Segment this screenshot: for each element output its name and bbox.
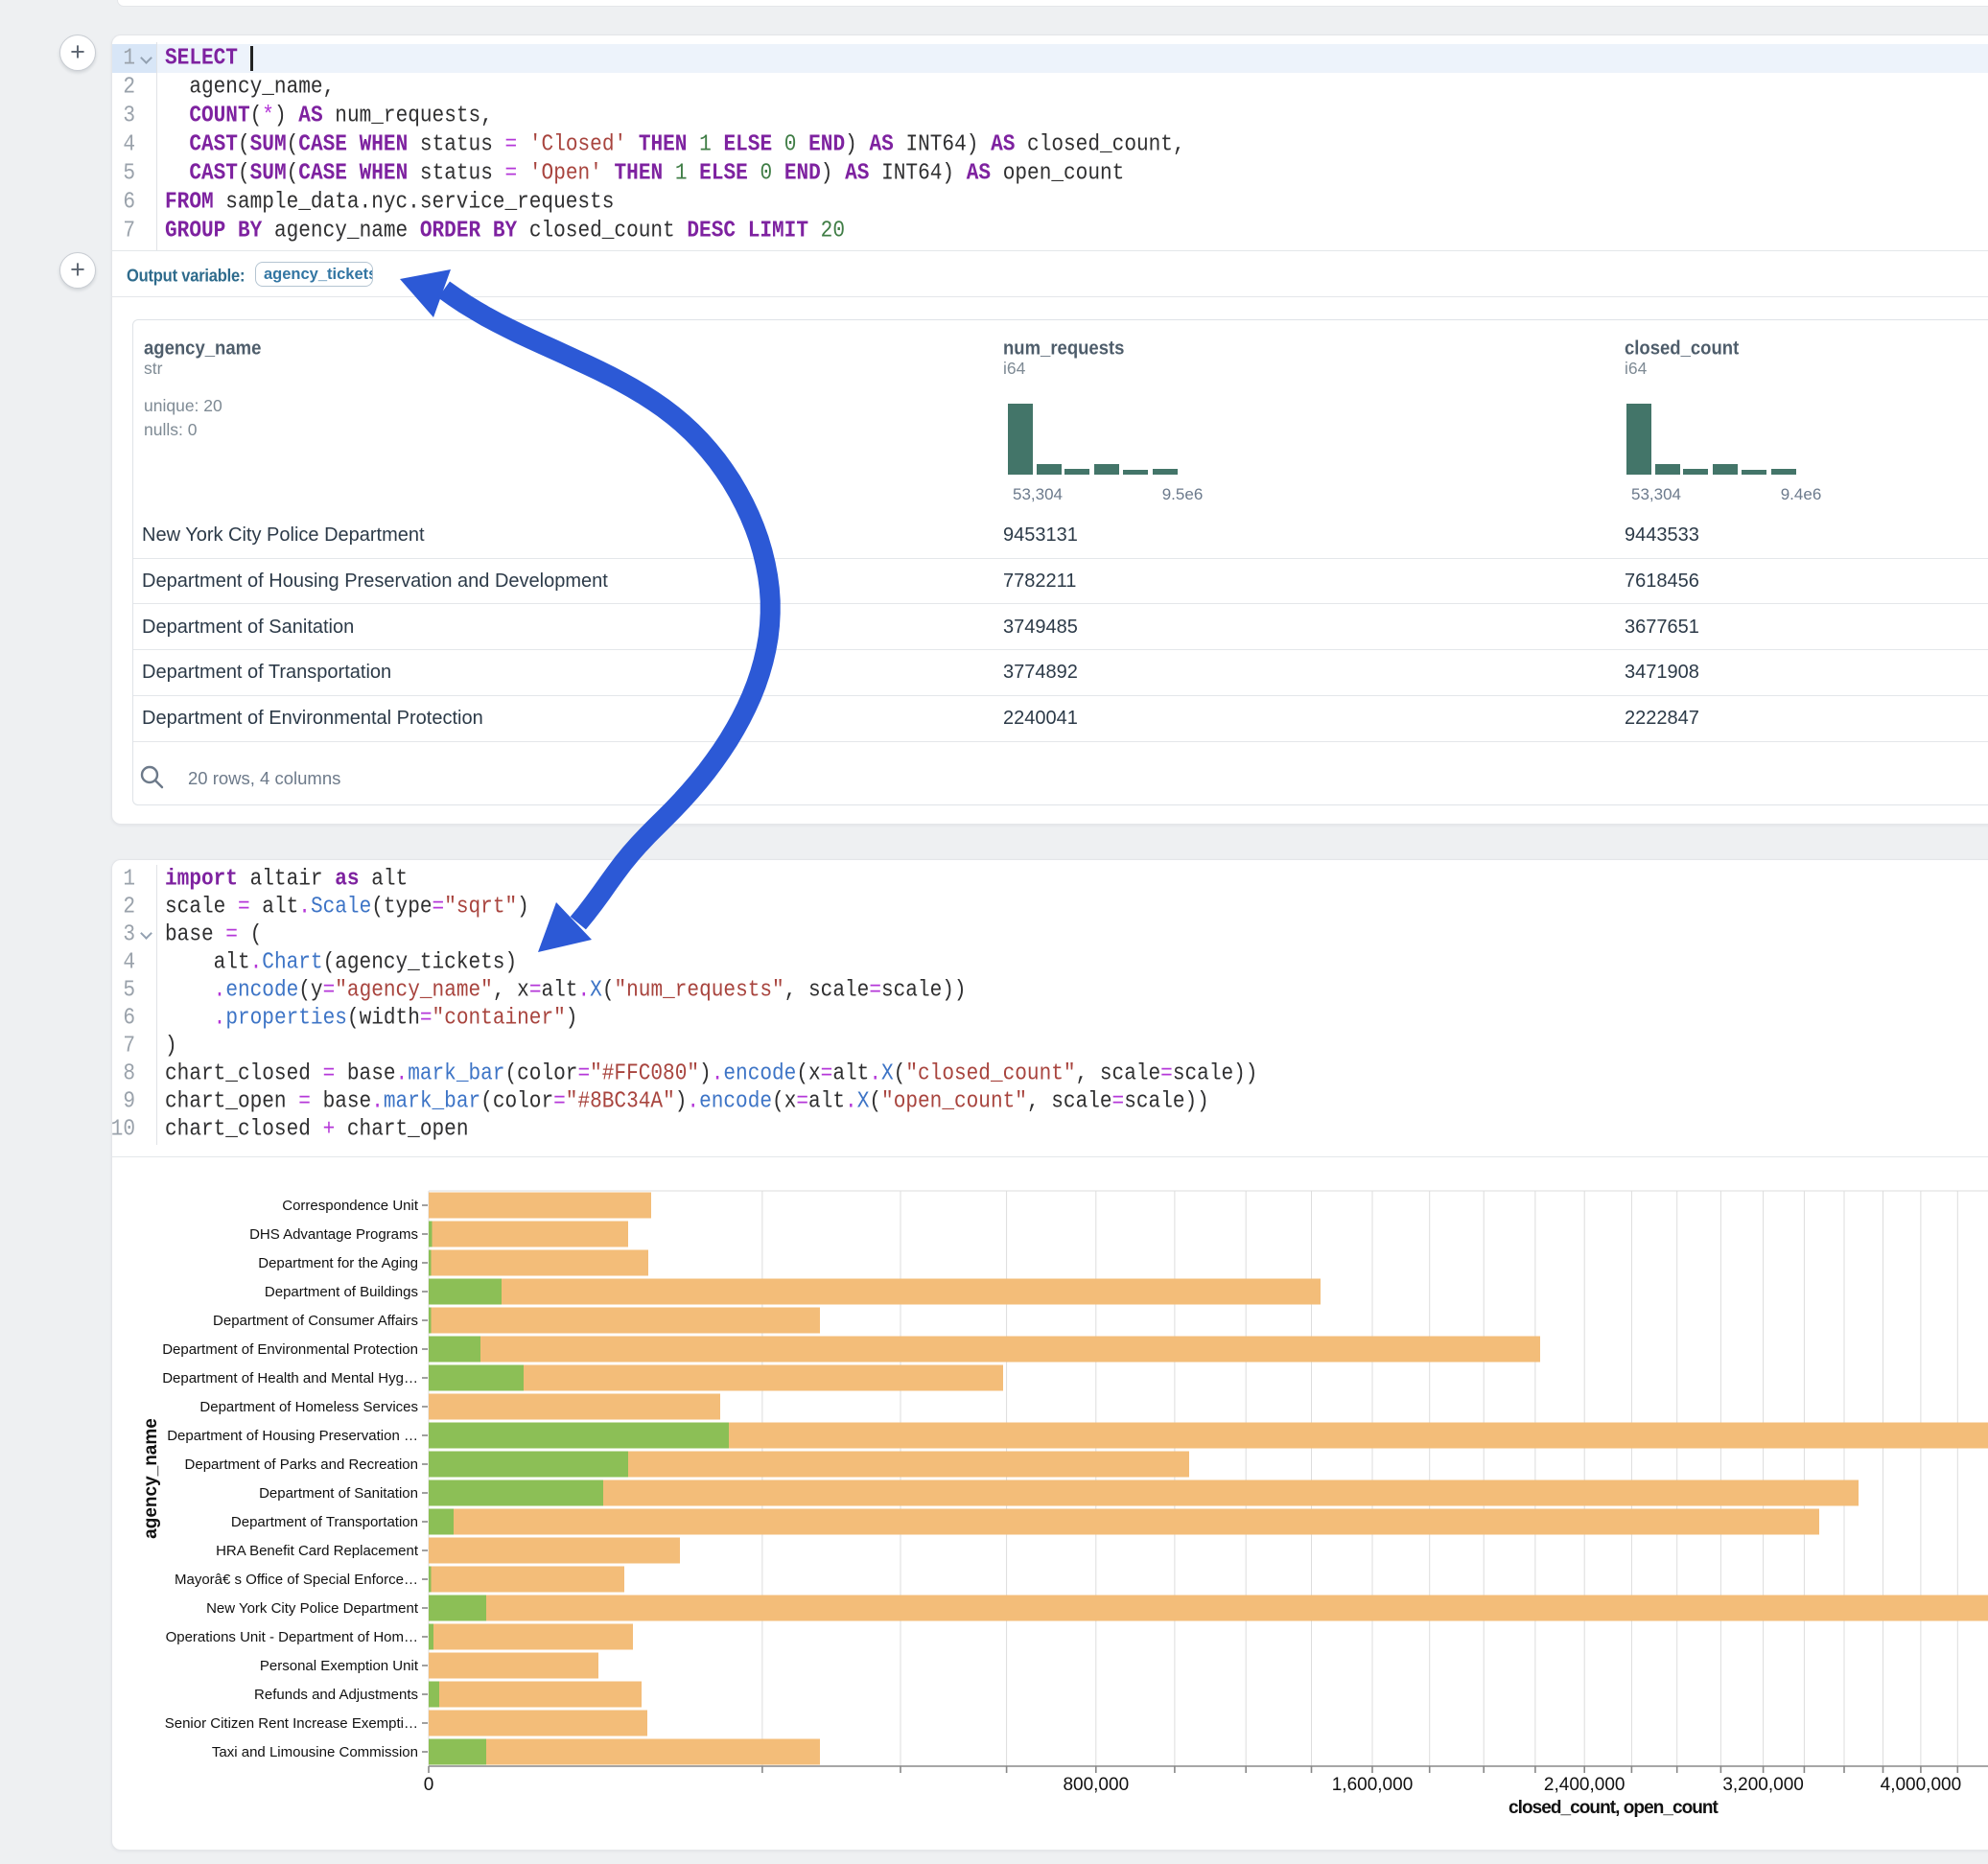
- svg-text:4,000,000: 4,000,000: [1881, 1775, 1962, 1795]
- svg-text:Department of Environmental Pr: Department of Environmental Protection: [162, 1341, 418, 1358]
- svg-text:3,200,000: 3,200,000: [1722, 1775, 1804, 1795]
- svg-text:HRA Benefit Card Replacement: HRA Benefit Card Replacement: [216, 1543, 419, 1559]
- svg-text:New York City Police Departmen: New York City Police Department: [206, 1600, 419, 1617]
- svg-text:Mayorâ€ s Office of Special En: Mayorâ€ s Office of Special Enforce…: [175, 1572, 418, 1588]
- svg-text:Refunds and Adjustments: Refunds and Adjustments: [254, 1687, 418, 1703]
- svg-text:Senior Citizen Rent Increase E: Senior Citizen Rent Increase Exempti…: [165, 1715, 418, 1732]
- svg-text:Department of Transportation: Department of Transportation: [231, 1514, 418, 1530]
- svg-text:DHS Advantage Programs: DHS Advantage Programs: [249, 1226, 418, 1243]
- svg-text:Taxi and Limousine Commission: Taxi and Limousine Commission: [212, 1744, 418, 1760]
- svg-text:Department of Parks and Recrea: Department of Parks and Recreation: [185, 1456, 418, 1473]
- svg-text:closed_count, open_count: closed_count, open_count: [1509, 1798, 1719, 1818]
- svg-text:Department of Consumer Affairs: Department of Consumer Affairs: [213, 1313, 418, 1329]
- svg-text:Department of Housing Preserva: Department of Housing Preservation …: [167, 1428, 418, 1444]
- svg-text:0: 0: [424, 1775, 434, 1795]
- svg-text:Department of Sanitation: Department of Sanitation: [259, 1485, 418, 1502]
- svg-text:Department for the Aging: Department for the Aging: [258, 1255, 418, 1271]
- svg-text:2,400,000: 2,400,000: [1544, 1775, 1625, 1795]
- svg-text:Operations Unit - Department o: Operations Unit - Department of Hom…: [166, 1629, 418, 1645]
- svg-text:Department of Buildings: Department of Buildings: [265, 1284, 418, 1300]
- svg-text:agency_name: agency_name: [141, 1418, 161, 1539]
- svg-text:Department of Homeless Service: Department of Homeless Services: [199, 1399, 418, 1415]
- svg-text:Department of Health and Menta: Department of Health and Mental Hyg…: [162, 1370, 418, 1386]
- svg-text:1,600,000: 1,600,000: [1332, 1775, 1414, 1795]
- svg-text:Personal Exemption Unit: Personal Exemption Unit: [260, 1658, 419, 1674]
- svg-text:Correspondence Unit: Correspondence Unit: [282, 1198, 419, 1214]
- svg-text:800,000: 800,000: [1063, 1775, 1129, 1795]
